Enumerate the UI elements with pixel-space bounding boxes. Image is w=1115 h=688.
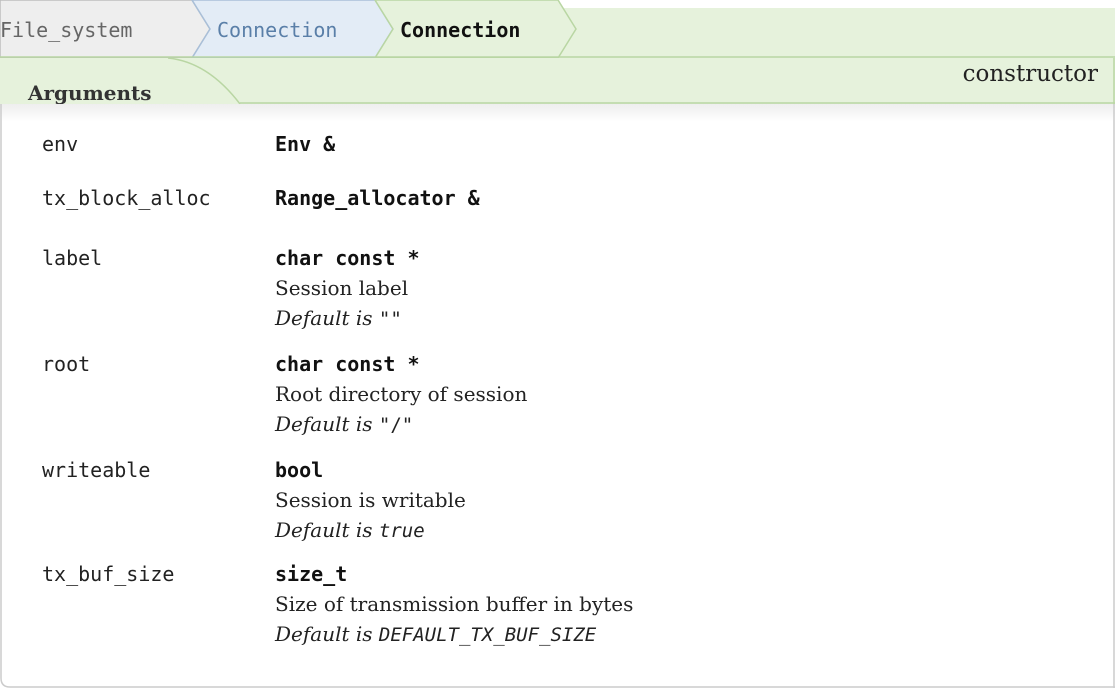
argument-name: env xyxy=(42,132,79,156)
argument-type: Range_allocator & xyxy=(275,186,480,210)
arguments-list: env Env & tx_block_alloc Range_allocator… xyxy=(0,129,1115,655)
argument-details: Range_allocator & xyxy=(275,183,1115,213)
argument-description: Session is writable xyxy=(275,488,466,512)
argument-details: bool Session is writable Default is true xyxy=(275,455,1115,546)
default-label: Default is xyxy=(275,412,373,436)
argument-details: size_t Size of transmission buffer in by… xyxy=(275,559,1115,650)
default-label: Default is xyxy=(275,306,373,330)
argument-default: Default is true xyxy=(275,515,1115,546)
argument-details: Env & xyxy=(275,129,1115,159)
default-label: Default is xyxy=(275,622,373,646)
section-header xyxy=(0,58,1115,104)
argument-name: root xyxy=(42,352,91,376)
argument-description: Session label xyxy=(275,276,409,300)
argument-description: Root directory of session xyxy=(275,382,528,406)
default-value: true xyxy=(378,520,425,542)
argument-type: char const * xyxy=(275,352,420,376)
argument-row-env: env Env & xyxy=(0,129,1115,183)
argument-name: tx_block_alloc xyxy=(42,186,211,210)
argument-name: tx_buf_size xyxy=(42,562,175,586)
argument-type: bool xyxy=(275,458,324,482)
argument-name: label xyxy=(42,246,103,270)
argument-row-root: root char const * Root directory of sess… xyxy=(0,349,1115,455)
default-value: "/" xyxy=(378,414,414,436)
member-kind-label: constructor xyxy=(962,61,1098,87)
argument-default: Default is DEFAULT_TX_BUF_SIZE xyxy=(275,619,1115,650)
argument-description: Size of transmission buffer in bytes xyxy=(275,592,634,616)
default-value: "" xyxy=(378,308,402,330)
breadcrumb-item-file-system[interactable]: File_system xyxy=(0,17,132,43)
breadcrumb-item-connection-class[interactable]: Connection xyxy=(217,17,337,43)
argument-type: Env & xyxy=(275,132,336,156)
argument-details: char const * Root directory of session D… xyxy=(275,349,1115,440)
default-label: Default is xyxy=(275,518,373,542)
argument-default: Default is "" xyxy=(275,303,1115,334)
argument-details: char const * Session label Default is "" xyxy=(275,243,1115,334)
doc-page: File_system Connection Connection Argume… xyxy=(0,0,1115,688)
argument-default: Default is "/" xyxy=(275,409,1115,440)
argument-row-tx-buf-size: tx_buf_size size_t Size of transmission … xyxy=(0,559,1115,655)
argument-row-tx-block-alloc: tx_block_alloc Range_allocator & xyxy=(0,183,1115,243)
section-title-arguments: Arguments xyxy=(28,81,152,105)
default-value: DEFAULT_TX_BUF_SIZE xyxy=(378,624,597,646)
argument-type: char const * xyxy=(275,246,420,270)
breadcrumb xyxy=(0,0,1115,58)
argument-type: size_t xyxy=(275,562,348,586)
argument-row-writeable: writeable bool Session is writable Defau… xyxy=(0,455,1115,559)
breadcrumb-item-connection-current: Connection xyxy=(400,18,521,42)
argument-name: writeable xyxy=(42,458,151,482)
argument-row-label: label char const * Session label Default… xyxy=(0,243,1115,349)
